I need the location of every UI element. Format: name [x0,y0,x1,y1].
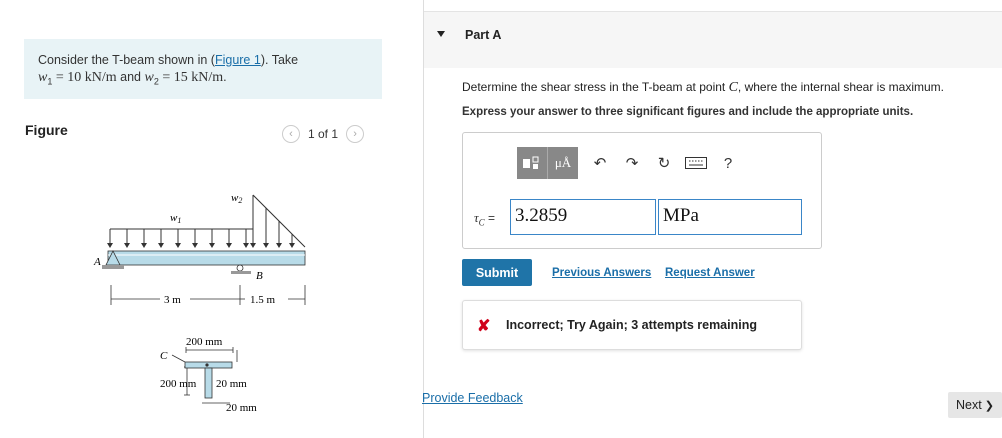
prev-figure-button[interactable]: ‹ [282,125,300,143]
feedback-message: Incorrect; Try Again; 3 attempts remaini… [506,318,757,332]
math-toolbar: μÅ ↶ ↷ ↻ ? [517,147,744,179]
undo-icon[interactable]: ↶ [584,147,616,179]
answer-unit-input[interactable]: MPa [658,199,802,235]
keyboard-icon[interactable] [680,147,712,179]
dim-20-web: 20 mm [216,378,247,390]
next-label: Next [956,398,982,412]
provide-feedback-link[interactable]: Provide Feedback [422,391,523,405]
tau-equals: = [484,211,496,225]
units-button[interactable]: μÅ [548,147,578,179]
collapse-triangle-icon[interactable] [437,31,445,37]
chevron-right-icon: › [353,128,357,140]
section-dimensions [171,347,238,404]
chevron-left-icon: ‹ [289,128,293,140]
incorrect-x-icon: ✘ [477,318,491,335]
templates-icon [523,156,539,169]
pager-count: 1 of 1 [308,127,339,141]
distributed-load [109,194,306,248]
w2-symbol: w [144,70,154,85]
dim-20-bottom: 20 mm [226,402,257,414]
dim-200-left: 200 mm [160,378,197,390]
point-c-marker [205,363,209,367]
t-beam-figure: w1 w2 A B 3 m 1.5 m 200 mm C 200 mm 20 m… [93,192,306,414]
next-button[interactable]: Next ❯ [948,392,1002,418]
w2-label: w2 [231,192,242,205]
point-b-label: B [256,270,263,282]
answer-instruction: Express your answer to three significant… [462,106,914,118]
tau-c-label: τC = [474,210,495,227]
t-section-web [204,367,213,399]
point-a-label: A [93,256,101,268]
ground-a [102,265,124,269]
dim-3m: 3 m [164,294,181,306]
next-figure-button[interactable]: › [346,125,365,143]
w1-symbol: w [38,70,48,85]
submit-button[interactable]: Submit [462,259,532,286]
templates-button[interactable] [517,147,548,179]
problem-text-suffix: ). Take [260,53,299,67]
problem-end: . [223,70,227,84]
part-title: Part A [465,28,502,42]
figure-pager: ‹ 1 of 1 › [282,125,365,143]
part-header[interactable] [424,11,1002,68]
w2-value: = 15 kN/m [158,70,224,85]
dim-200-top: 200 mm [186,336,223,348]
request-answer-link[interactable]: Request Answer [665,267,755,279]
span-dimensions [110,285,306,305]
figure-heading: Figure [25,122,68,138]
w1-label: w1 [170,212,181,225]
help-icon[interactable]: ? [712,147,744,179]
reset-icon[interactable]: ↻ [648,147,680,179]
w1-value: = 10 kN/m [52,70,117,85]
answer-value-input[interactable]: 3.2859 [510,199,656,235]
question-text: Determine the shear stress in the T-beam… [462,80,944,96]
chevron-right-icon: ❯ [984,399,994,412]
question-suffix: , where the internal shear is maximum. [737,80,945,94]
beam [107,250,306,266]
question-point: C [728,80,738,95]
figure-link[interactable]: Figure 1 [215,53,261,67]
problem-and: and [116,70,145,84]
ground-b [231,271,251,274]
point-c-label: C [160,350,168,362]
problem-statement: Consider the T-beam shown in (Figure 1).… [38,52,368,91]
load-arrowheads [107,243,295,248]
problem-text-prefix: Consider the T-beam shown in ( [38,53,215,67]
dim-1-5m: 1.5 m [250,294,276,306]
redo-icon[interactable]: ↷ [616,147,648,179]
question-prefix: Determine the shear stress in the T-beam… [462,80,729,94]
previous-answers-link[interactable]: Previous Answers [552,267,651,279]
roller-b [236,264,244,272]
